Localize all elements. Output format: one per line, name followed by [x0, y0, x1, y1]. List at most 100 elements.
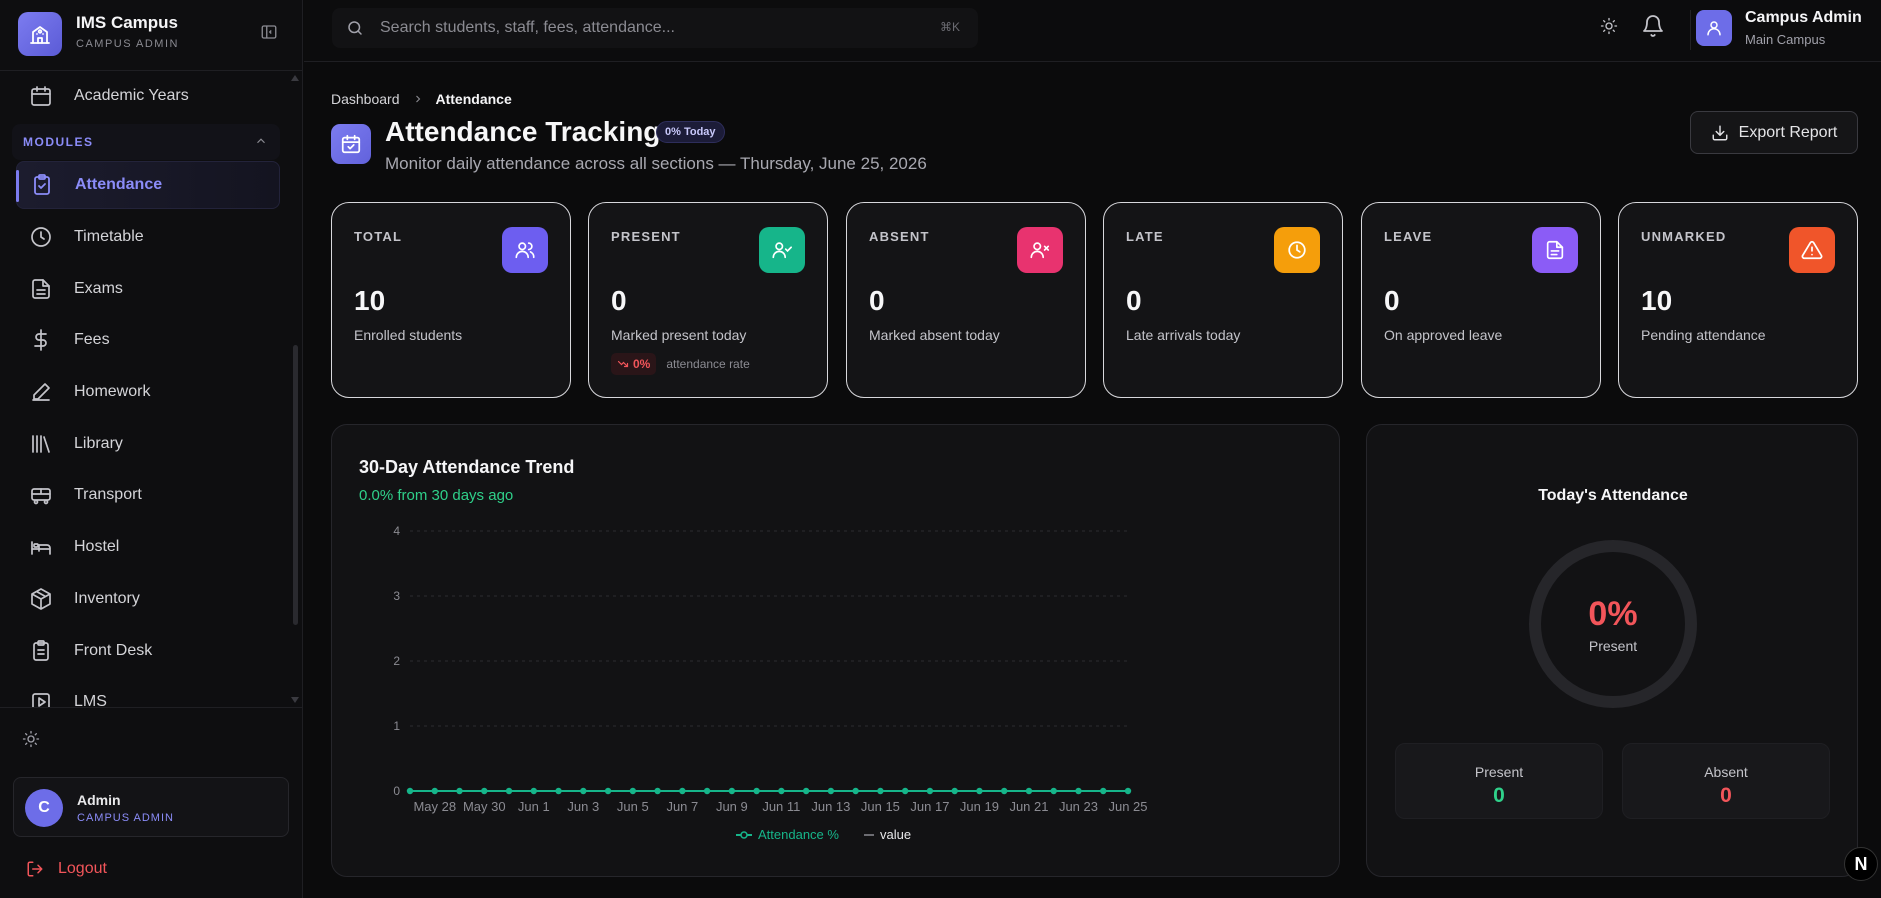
- sidebar-scrollbar[interactable]: [293, 345, 298, 625]
- attendance-trend-chart: 0 1 2 3 4 May 28 May 30 Jun 1 Jun 3 Jun 5 Jun 7 Jun…: [393, 524, 1147, 842]
- sidebar-user-card[interactable]: C Admin CAMPUS ADMIN: [13, 777, 289, 837]
- export-label: Export Report: [1738, 123, 1838, 141]
- stat-card-leave: LEAVE 0 On approved leave: [1361, 202, 1601, 398]
- app-root: IMS Campus CAMPUS ADMIN Academic Years M…: [0, 0, 1881, 898]
- today-absent-box: Absent 0: [1622, 743, 1830, 819]
- logout-button[interactable]: Logout: [26, 860, 107, 878]
- data-point: [728, 787, 736, 795]
- stat-desc: Marked present today: [611, 327, 747, 343]
- sidebar-item-lms[interactable]: LMS: [16, 678, 280, 707]
- x-tick-label: Jun 21: [1009, 799, 1048, 814]
- section-modules[interactable]: MODULES: [12, 124, 280, 160]
- export-report-button[interactable]: Export Report: [1690, 111, 1858, 154]
- breadcrumb: Dashboard Attendance: [331, 91, 512, 107]
- data-point: [1124, 787, 1132, 795]
- play-square-icon: [28, 689, 54, 707]
- sidebar-item-fees[interactable]: Fees: [16, 316, 280, 364]
- stat-card-absent: ABSENT 0 Marked absent today: [846, 202, 1086, 398]
- sidebar-item-front-desk[interactable]: Front Desk: [16, 627, 280, 675]
- topbar-user-name[interactable]: Campus Admin: [1745, 9, 1862, 27]
- stat-desc: Late arrivals today: [1126, 327, 1241, 343]
- stat-value: 0: [869, 285, 885, 316]
- sidebar-item-transport[interactable]: Transport: [16, 471, 280, 519]
- data-point: [778, 787, 785, 795]
- stat-desc: On approved leave: [1384, 327, 1503, 343]
- rate-label: attendance rate: [666, 357, 750, 371]
- user-icon[interactable]: [1696, 10, 1732, 46]
- data-point: [901, 787, 909, 795]
- stat-key: UNMARKED: [1641, 229, 1727, 244]
- data-point: [1001, 787, 1008, 795]
- sidebar-item-label: Academic Years: [74, 87, 189, 104]
- sidebar-toggle-icon[interactable]: [258, 21, 280, 43]
- bus-icon: [28, 482, 54, 508]
- dollar-icon: [28, 327, 54, 353]
- logout-label: Logout: [58, 860, 107, 877]
- data-point: [1025, 787, 1033, 795]
- divider: [1690, 10, 1691, 50]
- clipboard-check-icon: [29, 172, 55, 198]
- avatar: C: [25, 789, 63, 827]
- data-point: [1075, 787, 1082, 795]
- data-point: [1050, 787, 1057, 795]
- search-icon: [346, 19, 364, 37]
- page-subtitle: Monitor daily attendance across all sect…: [385, 154, 927, 173]
- data-point: [604, 787, 612, 795]
- user-role: CAMPUS ADMIN: [77, 812, 174, 824]
- topbar-user-campus: Main Campus: [1745, 32, 1826, 47]
- calendar-icon: [28, 83, 54, 109]
- sidebar-item-library[interactable]: Library: [16, 420, 280, 468]
- search-input[interactable]: Search students, staff, fees, attendance…: [332, 8, 978, 48]
- data-point: [703, 787, 711, 795]
- stat-card-total: TOTAL 10 Enrolled students: [331, 202, 571, 398]
- y-tick-label: 0: [393, 784, 400, 798]
- bell-icon[interactable]: [1641, 14, 1667, 40]
- sidebar-item-homework[interactable]: Homework: [16, 368, 280, 416]
- status-badge: 0% Today: [656, 121, 725, 143]
- data-point: [456, 787, 463, 795]
- sidebar-item-exams[interactable]: Exams: [16, 265, 280, 313]
- today-percent: 0%: [1588, 595, 1638, 633]
- sidebar-item-attendance[interactable]: Attendance: [16, 161, 280, 209]
- x-tick-label: Jun 5: [617, 799, 649, 814]
- pen-icon: [28, 379, 54, 405]
- stat-card-unmarked: UNMARKED 10 Pending attendance: [1618, 202, 1858, 398]
- breadcrumb-dashboard[interactable]: Dashboard: [331, 91, 400, 107]
- data-point: [555, 787, 562, 795]
- x-tick-label: Jun 3: [567, 799, 599, 814]
- rate-value: 0%: [633, 357, 651, 371]
- file-icon: [1532, 227, 1578, 273]
- data-point: [431, 787, 438, 795]
- data-point: [852, 787, 859, 795]
- stat-key: TOTAL: [354, 229, 403, 244]
- theme-toggle-icon[interactable]: [1600, 17, 1620, 37]
- x-tick-label: Jun 7: [666, 799, 698, 814]
- app-role: CAMPUS ADMIN: [76, 38, 179, 50]
- sidebar-item-label: Hostel: [74, 538, 120, 555]
- y-tick-label: 2: [393, 654, 400, 668]
- data-point: [580, 787, 587, 795]
- download-icon: [1711, 124, 1729, 142]
- today-percent-label: Present: [1588, 638, 1638, 654]
- sidebar-nav: Academic Years MODULES Attendance Timeta…: [0, 72, 292, 707]
- stat-value: 0: [1126, 285, 1142, 316]
- stat-key: LEAVE: [1384, 229, 1433, 244]
- sun-icon[interactable]: [22, 730, 42, 750]
- sidebar-item-inventory[interactable]: Inventory: [16, 575, 280, 623]
- attendance-trend-card: 30-Day Attendance Trend 0.0% from 30 day…: [331, 424, 1340, 877]
- stat-desc: Pending attendance: [1641, 327, 1766, 343]
- sidebar-item-academic-years[interactable]: Academic Years: [16, 72, 280, 120]
- app-name: IMS Campus: [76, 13, 179, 32]
- library-icon: [28, 431, 54, 457]
- clock-icon: [28, 224, 54, 250]
- sidebar-item-hostel[interactable]: Hostel: [16, 523, 280, 571]
- next-dev-badge[interactable]: N: [1844, 847, 1878, 881]
- sidebar-footer: C Admin CAMPUS ADMIN Logout: [0, 707, 303, 898]
- package-icon: [28, 586, 54, 612]
- stat-desc: Enrolled students: [354, 327, 463, 343]
- sidebar-item-timetable[interactable]: Timetable: [16, 213, 280, 261]
- absent-value: 0: [1720, 784, 1732, 807]
- x-tick-label: Jun 17: [910, 799, 949, 814]
- data-point: [505, 787, 513, 795]
- today-title: Today's Attendance: [1538, 487, 1688, 504]
